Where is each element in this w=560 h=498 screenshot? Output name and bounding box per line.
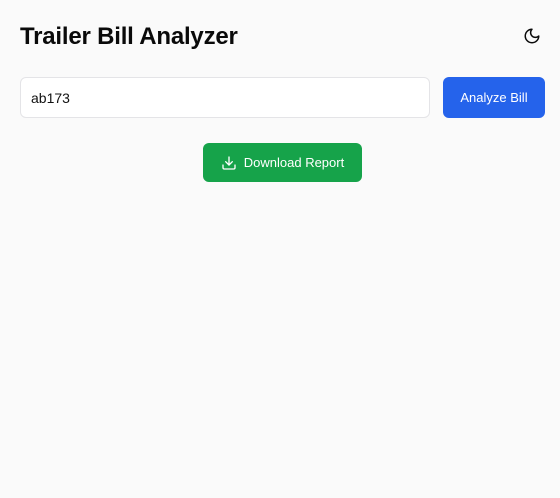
download-report-label: Download Report [243, 155, 345, 170]
page-title: Trailer Bill Analyzer [20, 23, 238, 50]
bill-search-row: Analyze Bill [20, 77, 545, 118]
download-report-button[interactable]: Download Report [203, 143, 362, 182]
app-root: Trailer Bill Analyzer Analyze Bill Downl… [0, 0, 560, 498]
header: Trailer Bill Analyzer [20, 22, 546, 52]
theme-toggle-button[interactable] [518, 23, 546, 51]
analyze-bill-button[interactable]: Analyze Bill [443, 77, 545, 118]
moon-icon [523, 27, 541, 48]
bill-number-input[interactable] [20, 77, 430, 118]
download-icon [221, 155, 237, 171]
